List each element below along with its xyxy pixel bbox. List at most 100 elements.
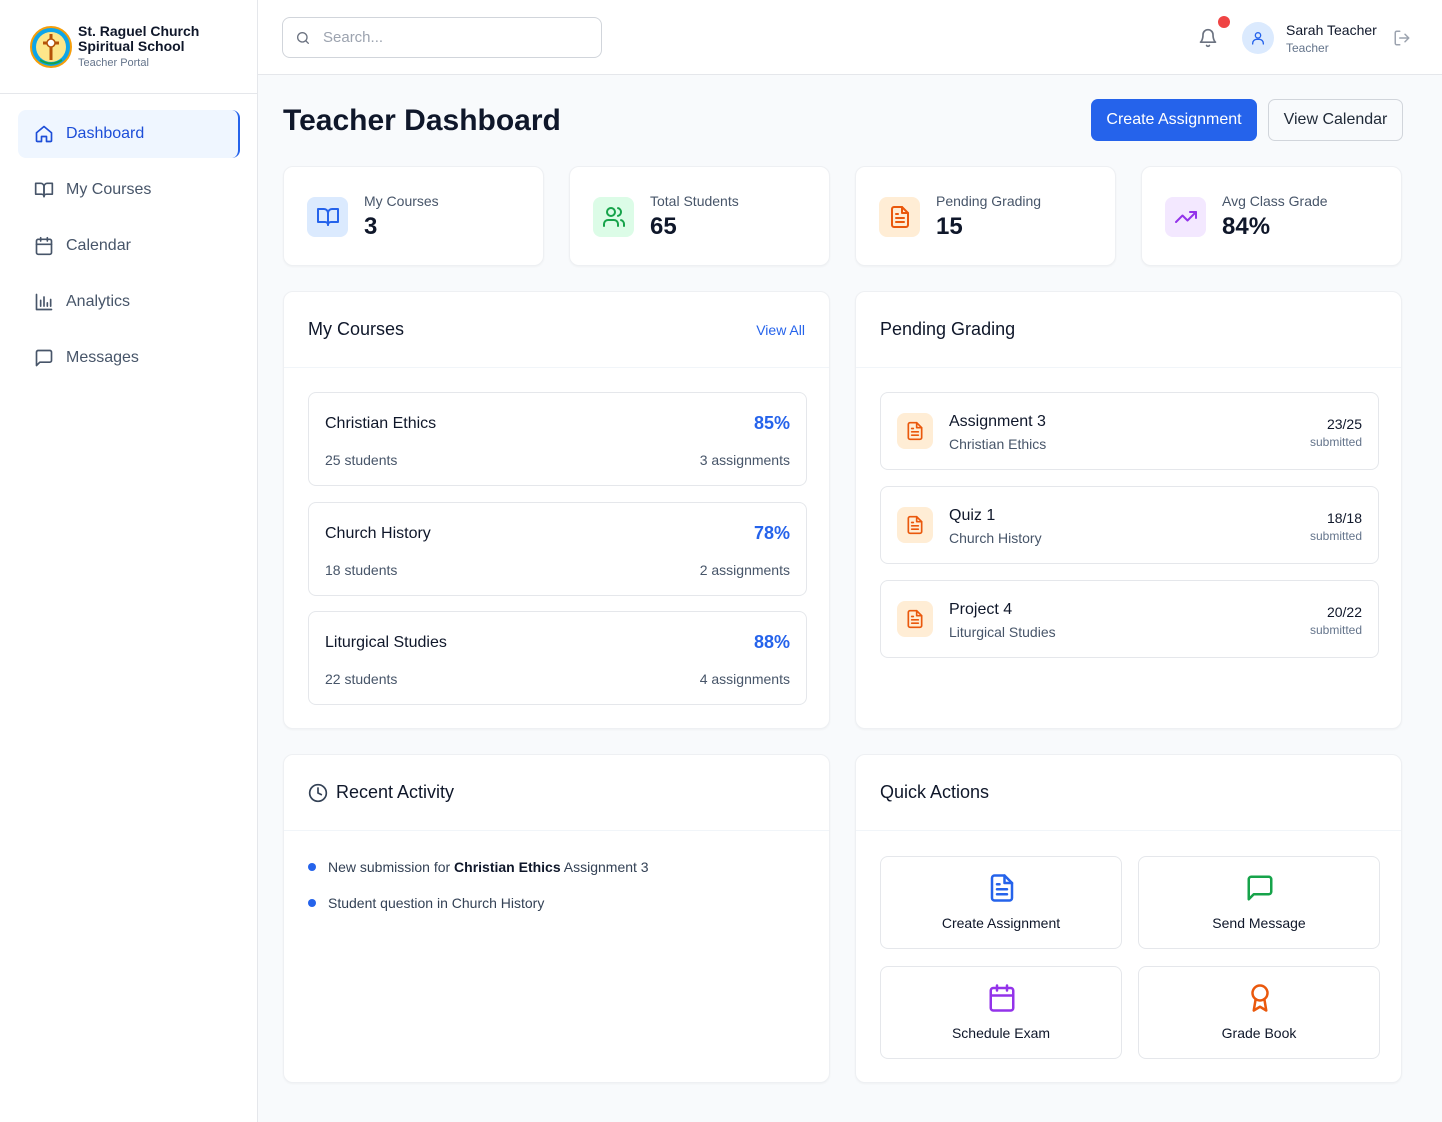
view-calendar-button[interactable]: View Calendar — [1268, 99, 1403, 141]
create-assignment-button[interactable]: Create Assignment — [1091, 99, 1257, 141]
pending-count: 23/25 — [1326, 416, 1362, 432]
bar-chart-icon — [35, 293, 53, 311]
file-text-icon — [907, 421, 923, 441]
panel-header: Quick Actions — [856, 755, 1401, 831]
file-text-icon — [990, 874, 1014, 902]
pending-status: submitted — [1309, 623, 1362, 637]
quick-action-label: Send Message — [1212, 915, 1306, 931]
clock-icon — [308, 783, 328, 802]
pending-course: Liturgical Studies — [949, 624, 1056, 640]
message-icon — [35, 349, 53, 367]
course-assignments: 3 assignments — [699, 452, 790, 468]
message-icon — [1247, 875, 1273, 901]
pending-icon-box — [897, 413, 933, 449]
stat-value: 3 — [364, 213, 378, 240]
file-text-icon — [890, 206, 909, 228]
file-text-icon — [907, 515, 923, 535]
panel-title: Recent Activity — [336, 782, 455, 802]
school-logo-icon — [30, 25, 72, 68]
panel-header: My Courses View All — [284, 292, 829, 368]
pending-item[interactable]: Project 4 Liturgical Studies 20/22 submi… — [880, 580, 1379, 658]
sidebar-item-label: Analytics — [66, 293, 131, 310]
logout-icon[interactable] — [1393, 29, 1411, 47]
quick-actions-panel: Quick Actions Create Assignment Send Mes… — [855, 754, 1402, 1083]
pending-title: Project 4 — [949, 601, 1013, 618]
sidebar-item-dashboard[interactable]: Dashboard — [18, 110, 240, 158]
pending-course: Christian Ethics — [949, 436, 1047, 452]
page-title: Teacher Dashboard — [283, 104, 561, 137]
course-card[interactable]: Christian Ethics 85% 25 students 3 assig… — [308, 392, 807, 486]
pending-status: submitted — [1309, 529, 1362, 543]
brand-subtitle: Teacher Portal — [78, 57, 149, 69]
stat-icon-box — [879, 197, 920, 237]
sidebar-item-my-courses[interactable]: My Courses — [18, 166, 240, 214]
user-name: Sarah Teacher — [1286, 22, 1377, 38]
stat-value: 65 — [650, 213, 677, 240]
sidebar-item-analytics[interactable]: Analytics — [18, 278, 240, 326]
file-text-icon — [907, 609, 923, 629]
book-open-icon — [34, 182, 54, 198]
stat-value: 84% — [1222, 213, 1271, 240]
stat-label: Total Students — [650, 193, 739, 209]
stat-card-total-students: Total Students 65 — [569, 166, 830, 266]
sidebar-item-messages[interactable]: Messages — [18, 334, 240, 382]
search-box[interactable] — [282, 17, 602, 58]
view-all-link[interactable]: View All — [756, 322, 805, 338]
course-name: Christian Ethics — [325, 415, 437, 432]
quick-action-label: Schedule Exam — [951, 1025, 1051, 1041]
activity-item: Student question in Church History — [308, 895, 544, 911]
sidebar-nav: Dashboard My Courses Calendar Analytics … — [0, 94, 257, 382]
brand-name-line2: Spiritual School — [78, 38, 185, 54]
search-input[interactable] — [323, 29, 573, 46]
quick-action-grade-book[interactable]: Grade Book — [1138, 966, 1380, 1059]
users-icon — [602, 207, 625, 227]
brand-name-line1: St. Raguel Church — [78, 23, 200, 39]
quick-action-send-message[interactable]: Send Message — [1138, 856, 1380, 949]
stat-value: 15 — [936, 213, 963, 240]
activity-dot — [308, 863, 316, 871]
stat-icon-box — [1165, 197, 1206, 237]
stat-card-avg-class-grade: Avg Class Grade 84% — [1141, 166, 1402, 266]
trending-up-icon — [1174, 211, 1197, 223]
stat-icon-box — [307, 197, 348, 237]
quick-action-schedule-exam[interactable]: Schedule Exam — [880, 966, 1122, 1059]
pending-icon-box — [897, 507, 933, 543]
course-percent: 78% — [753, 523, 790, 543]
panel-header: Pending Grading — [856, 292, 1401, 368]
course-students: 22 students — [325, 671, 398, 687]
activity-text: New submission for Christian Ethics Assi… — [328, 859, 649, 875]
stat-card-pending-grading: Pending Grading 15 — [855, 166, 1116, 266]
calendar-icon — [989, 984, 1015, 1012]
stat-card-my-courses: My Courses 3 — [283, 166, 544, 266]
course-percent: 88% — [753, 632, 790, 652]
notification-badge — [1218, 16, 1230, 28]
quick-action-create-assignment[interactable]: Create Assignment — [880, 856, 1122, 949]
pending-status: submitted — [1309, 435, 1362, 449]
course-card[interactable]: Liturgical Studies 88% 22 students 4 ass… — [308, 611, 807, 705]
book-open-icon — [316, 208, 339, 226]
activity-item: New submission for Christian Ethics Assi… — [308, 859, 649, 875]
pending-count: 18/18 — [1326, 510, 1362, 526]
course-card[interactable]: Church History 78% 18 students 2 assignm… — [308, 502, 807, 596]
quick-action-label: Create Assignment — [941, 915, 1061, 931]
sidebar-item-label: Calendar — [66, 237, 131, 254]
pending-item[interactable]: Assignment 3 Christian Ethics 23/25 subm… — [880, 392, 1379, 470]
recent-activity-panel: Recent Activity New submission for Chris… — [283, 754, 830, 1083]
bell-icon[interactable] — [1198, 28, 1218, 48]
user-icon — [1252, 32, 1264, 45]
pending-grading-panel: Pending Grading Assignment 3 Christian E… — [855, 291, 1402, 729]
course-students: 25 students — [325, 452, 398, 468]
avatar[interactable] — [1242, 22, 1274, 54]
user-role: Teacher — [1286, 41, 1329, 55]
panel-title: My Courses — [308, 319, 405, 339]
course-assignments: 2 assignments — [699, 562, 790, 578]
course-students: 18 students — [325, 562, 398, 578]
top-header: Sarah Teacher Teacher — [258, 0, 1442, 75]
stat-label: Avg Class Grade — [1222, 193, 1328, 209]
course-name: Liturgical Studies — [325, 634, 447, 651]
pending-title: Assignment 3 — [949, 413, 1046, 430]
pending-icon-box — [897, 601, 933, 637]
pending-item[interactable]: Quiz 1 Church History 18/18 submitted — [880, 486, 1379, 564]
sidebar: St. Raguel Church Spiritual School Teach… — [0, 0, 258, 1122]
sidebar-item-calendar[interactable]: Calendar — [18, 222, 240, 270]
